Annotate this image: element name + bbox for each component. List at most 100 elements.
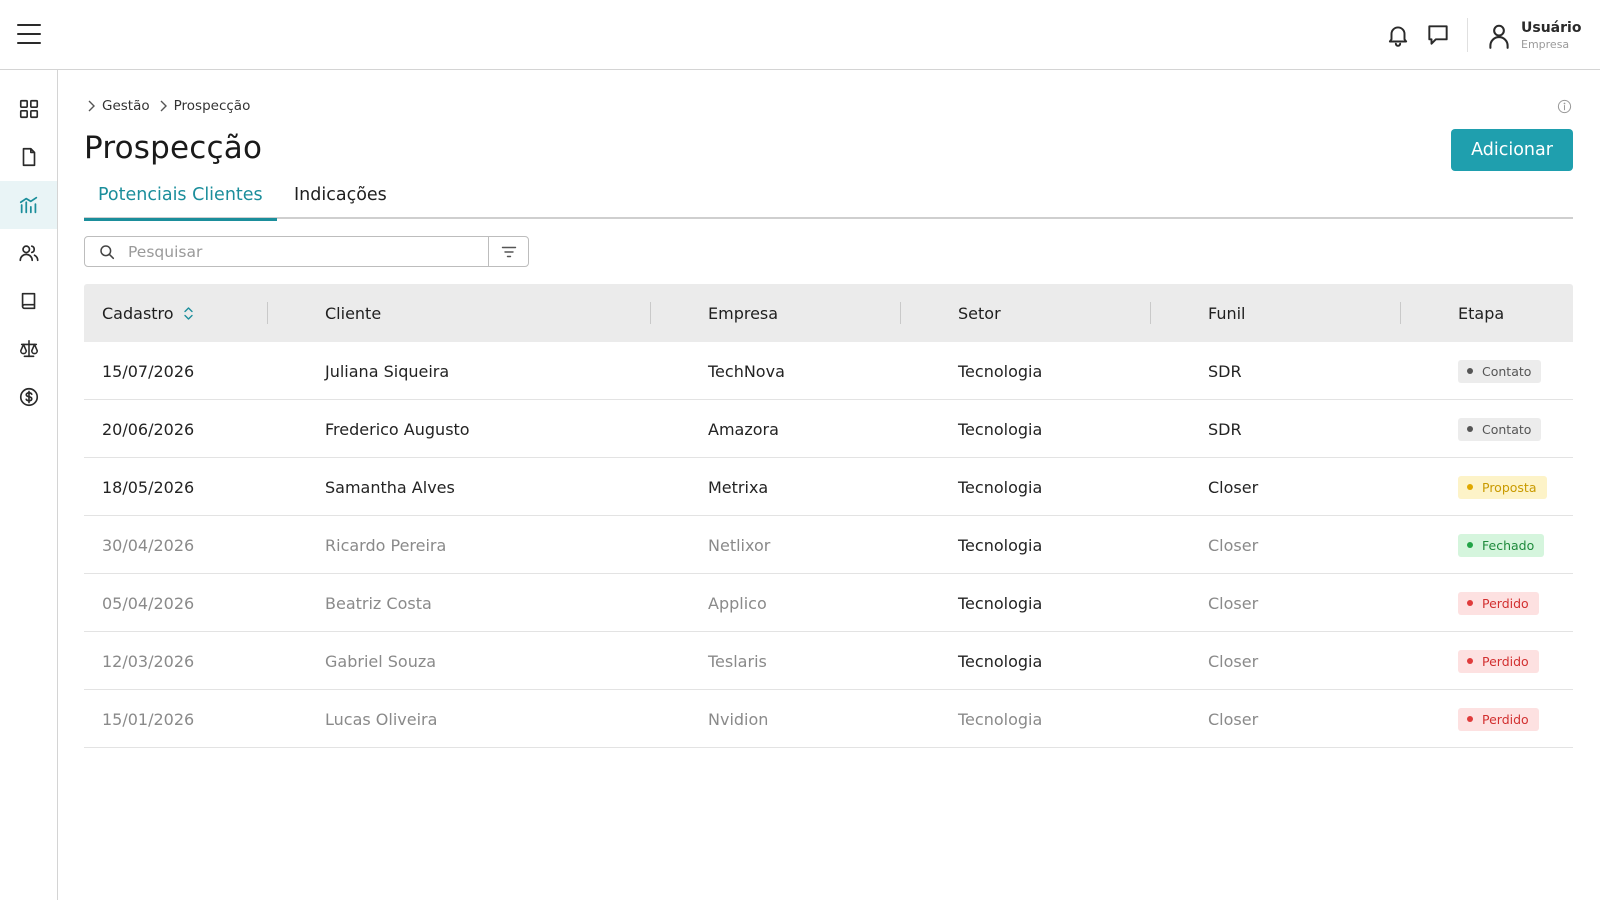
table-row[interactable]: 15/01/2026 Lucas Oliveira Nvidion Tecnologi…: [84, 690, 1573, 748]
cell-funil: Closer: [1208, 651, 1259, 671]
status-badge: Perdido: [1458, 591, 1539, 615]
column-header-cadastro[interactable]: Cadastro: [102, 284, 194, 342]
status-dot: [1467, 542, 1473, 548]
cell-etapa: Proposta: [1458, 458, 1547, 516]
page-title: Prospecção: [84, 130, 263, 166]
cell-empresa: Teslaris: [708, 651, 767, 671]
chat-icon[interactable]: [1425, 22, 1451, 48]
sidebar-item-people[interactable]: [0, 229, 57, 277]
book-icon: [21, 292, 35, 310]
cell-funil: Closer: [1208, 535, 1259, 555]
status-dot: [1467, 368, 1473, 374]
cell-setor: Tecnologia: [958, 477, 1043, 497]
search-icon: [100, 244, 115, 259]
status-dot: [1467, 426, 1473, 432]
sidebar-item-documents[interactable]: [0, 133, 57, 181]
status-badge: Perdido: [1458, 707, 1539, 731]
prospects-table: Cadastro Cliente Empresa Setor Funil Eta…: [84, 284, 1573, 748]
column-header-cliente[interactable]: Cliente: [325, 284, 381, 342]
column-header-etapa[interactable]: Etapa: [1458, 284, 1504, 342]
status-badge: Contato: [1458, 417, 1542, 441]
status-badge: Proposta: [1458, 475, 1547, 499]
column-header-funil[interactable]: Funil: [1208, 284, 1246, 342]
cell-cadastro: 12/03/2026: [102, 651, 195, 671]
cell-cliente: Frederico Augusto: [325, 419, 470, 439]
user-company: Empresa: [1521, 38, 1570, 51]
scale-icon: [19, 339, 38, 358]
status-dot: [1467, 658, 1473, 664]
add-button[interactable]: Adicionar: [1451, 129, 1573, 171]
table-row[interactable]: 05/04/2026 Beatriz Costa Applico Tecnologia…: [84, 574, 1573, 632]
cell-cadastro: 05/04/2026: [102, 593, 195, 613]
filter-button[interactable]: [488, 237, 528, 266]
table-header: Cadastro Cliente Empresa Setor Funil Eta…: [84, 284, 1573, 342]
tab-bar: Potenciais Clientes Indicações: [84, 182, 1573, 221]
cell-etapa: Perdido: [1458, 574, 1539, 632]
user-icon[interactable]: [1486, 22, 1512, 50]
sidebar-item-book[interactable]: [0, 277, 57, 325]
column-header-label: Cadastro: [102, 303, 174, 323]
table-row[interactable]: 18/05/2026 Samantha Alves Metrixa Tecnologi…: [84, 458, 1573, 516]
table-row[interactable]: 20/06/2026 Frederico Augusto Amazora Tecnol…: [84, 400, 1573, 458]
menu-icon[interactable]: [17, 23, 41, 45]
cell-empresa: Nvidion: [708, 709, 769, 729]
grid-icon: [19, 99, 38, 119]
sidebar: [0, 70, 58, 900]
cell-funil: SDR: [1208, 361, 1242, 381]
tab-indicacoes[interactable]: Indicações: [280, 185, 401, 219]
tab-potenciais-clientes[interactable]: Potenciais Clientes: [84, 185, 277, 221]
info-icon[interactable]: [1557, 99, 1572, 114]
status-dot: [1467, 716, 1473, 722]
table-row[interactable]: 30/04/2026 Ricardo Pereira Netlixor Tecnolo…: [84, 516, 1573, 574]
cell-etapa: Perdido: [1458, 690, 1539, 748]
user-name[interactable]: Usuário: [1521, 20, 1581, 36]
column-divider: [650, 302, 651, 324]
cell-etapa: Perdido: [1458, 632, 1539, 690]
sidebar-item-finance[interactable]: [0, 373, 57, 421]
table-body: 15/07/2026 Juliana Siqueira TechNova Tecnol…: [84, 342, 1573, 748]
sort-icon[interactable]: [183, 306, 194, 321]
column-divider: [267, 302, 268, 324]
status-label: Perdido: [1482, 595, 1529, 611]
cell-cliente: Juliana Siqueira: [325, 361, 450, 381]
chevron-right-icon: [160, 100, 167, 112]
cell-cadastro: 20/06/2026: [102, 419, 195, 439]
status-dot: [1467, 484, 1473, 490]
column-header-setor[interactable]: Setor: [958, 284, 1001, 342]
table-row[interactable]: 15/07/2026 Juliana Siqueira TechNova Tecnol…: [84, 342, 1573, 400]
cell-etapa: Fechado: [1458, 516, 1545, 574]
cell-cliente: Beatriz Costa: [325, 593, 432, 613]
column-header-empresa[interactable]: Empresa: [708, 284, 778, 342]
column-divider: [1400, 302, 1401, 324]
cell-setor: Tecnologia: [958, 651, 1043, 671]
users-icon: [18, 245, 39, 262]
cell-setor: Tecnologia: [958, 593, 1043, 613]
status-label: Perdido: [1482, 711, 1529, 727]
cell-empresa: Metrixa: [708, 477, 769, 497]
filter-icon: [501, 246, 516, 257]
status-badge: Fechado: [1458, 533, 1545, 557]
sidebar-item-legal[interactable]: [0, 325, 57, 373]
sidebar-item-management[interactable]: [0, 181, 57, 229]
bell-icon[interactable]: [1385, 22, 1411, 48]
cell-cadastro: 18/05/2026: [102, 477, 195, 497]
cell-funil: Closer: [1208, 593, 1259, 613]
top-bar: Usuário Empresa: [0, 0, 1600, 70]
document-icon: [22, 147, 35, 167]
cell-cliente: Lucas Oliveira: [325, 709, 438, 729]
status-badge: Perdido: [1458, 649, 1539, 673]
breadcrumb-item-gestao[interactable]: Gestão: [102, 98, 150, 114]
cell-cliente: Ricardo Pereira: [325, 535, 447, 555]
cell-funil: Closer: [1208, 709, 1259, 729]
cell-funil: Closer: [1208, 477, 1259, 497]
cell-setor: Tecnologia: [958, 709, 1043, 729]
cell-empresa: Netlixor: [708, 535, 771, 555]
table-row[interactable]: 12/03/2026 Gabriel Souza Teslaris Tecnologi…: [84, 632, 1573, 690]
breadcrumb-item-prospeccao: Prospecção: [173, 98, 251, 114]
cell-cliente: Gabriel Souza: [325, 651, 437, 671]
status-label: Perdido: [1482, 653, 1529, 669]
status-label: Fechado: [1482, 537, 1535, 553]
sidebar-item-dashboard[interactable]: [0, 85, 57, 133]
breadcrumb: Gestão Prospecção: [86, 96, 258, 116]
search-input[interactable]: [128, 242, 483, 261]
